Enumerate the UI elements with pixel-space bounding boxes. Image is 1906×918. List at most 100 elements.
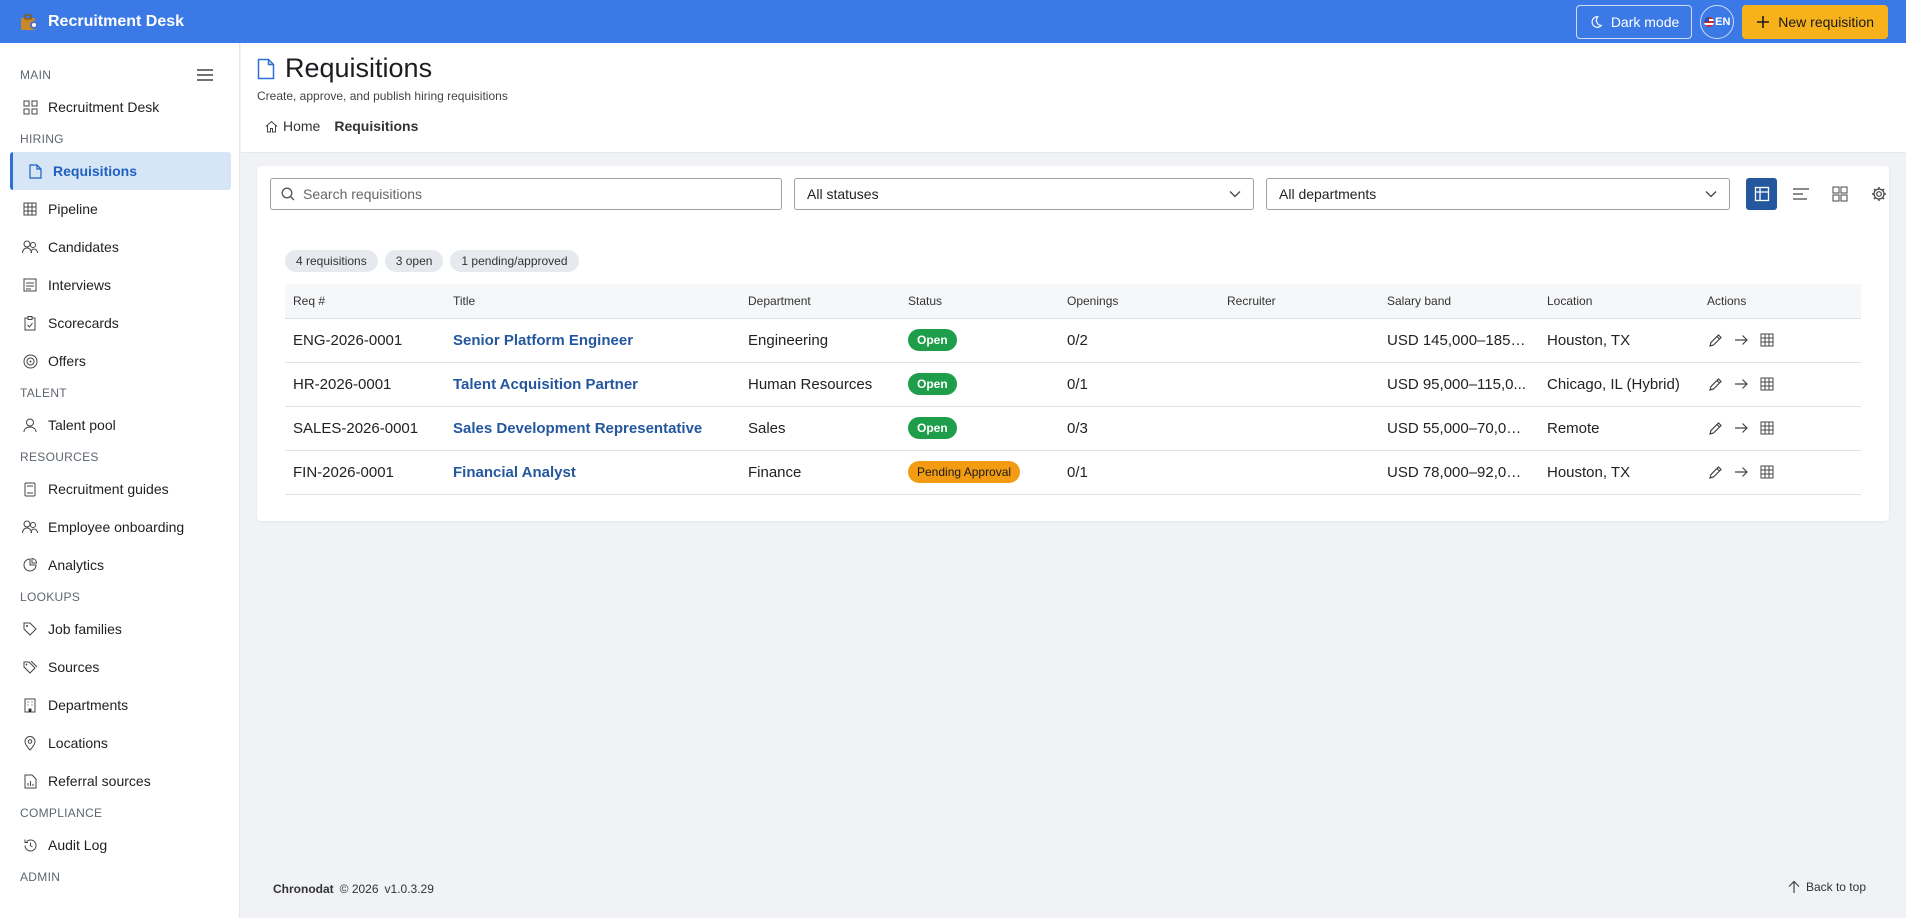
pipeline-table-icon[interactable]	[1759, 464, 1775, 480]
requisition-title-link[interactable]: Sales Development Representative	[453, 420, 702, 437]
column-header[interactable]: Req #	[285, 284, 445, 319]
sidebar-item-talent-pool[interactable]: Talent pool	[0, 406, 239, 444]
department-cell: Finance	[740, 450, 900, 495]
department-select[interactable]: All departments	[1266, 178, 1730, 210]
location-cell: Houston, TX	[1539, 450, 1699, 495]
status-badge: Open	[908, 417, 957, 439]
column-header[interactable]: Department	[740, 284, 900, 319]
status-badge: Open	[908, 373, 957, 395]
sidebar-item-label: Pipeline	[48, 201, 98, 217]
pipeline-table-icon[interactable]	[1759, 420, 1775, 436]
pipeline-table-icon[interactable]	[1759, 376, 1775, 392]
edit-icon[interactable]	[1707, 376, 1723, 392]
edit-icon[interactable]	[1707, 332, 1723, 348]
requisition-title-link[interactable]: Financial Analyst	[453, 464, 576, 481]
dark-mode-label: Dark mode	[1610, 13, 1680, 30]
app-title: Recruitment Desk	[48, 12, 185, 30]
language-button[interactable]: EN	[1700, 4, 1735, 39]
sidebar-item-label: Audit Log	[48, 837, 108, 853]
sidebar-item-label: Sources	[48, 659, 100, 675]
sidebar-item-audit-log[interactable]: Audit Log	[0, 826, 239, 864]
sidebar-item-label: Recruitment guides	[48, 481, 169, 497]
sidebar-item-interviews[interactable]: Interviews	[0, 266, 239, 304]
edit-icon[interactable]	[1707, 464, 1723, 480]
column-header[interactable]: Recruiter	[1219, 284, 1379, 319]
status-select-value: All statuses	[807, 186, 879, 202]
sidebar-section-title: MAIN	[20, 68, 52, 82]
sidebar-item-analytics[interactable]: Analytics	[0, 546, 239, 584]
page-header: Requisitions Create, approve, and publis…	[241, 43, 1906, 153]
sidebar-item-scorecards[interactable]: Scorecards	[0, 304, 239, 342]
hamburger-menu-icon[interactable]	[197, 69, 213, 81]
requisition-title-link[interactable]: Senior Platform Engineer	[453, 332, 633, 349]
status-badge: Pending Approval	[908, 461, 1021, 483]
requisitions-table: Req # Title Department Status Openings R…	[285, 284, 1861, 495]
sidebar-item-job-families[interactable]: Job families	[0, 610, 239, 648]
back-to-top-button[interactable]: Back to top	[1788, 880, 1866, 894]
arrow-right-icon[interactable]	[1733, 464, 1749, 480]
sidebar-section-resources: RESOURCES	[20, 450, 99, 464]
list-view-button[interactable]	[1785, 178, 1816, 210]
search-box[interactable]	[270, 178, 782, 210]
chip-total: 4 requisitions	[285, 250, 378, 272]
salary-band-cell: USD 78,000–92,00...	[1387, 463, 1527, 481]
openings-cell: 0/3	[1059, 406, 1219, 451]
column-header[interactable]: Salary band	[1379, 284, 1539, 319]
column-header[interactable]: Status	[900, 284, 1059, 319]
grid-view-button[interactable]	[1824, 178, 1855, 210]
salary-band-cell: USD 95,000–115,0...	[1387, 375, 1526, 393]
people-icon	[22, 519, 38, 535]
req-number: HR-2026-0001	[285, 362, 445, 407]
status-select[interactable]: All statuses	[794, 178, 1254, 210]
table-row[interactable]: ENG-2026-0001 Senior Platform Engineer Eng…	[285, 318, 1861, 363]
edit-icon[interactable]	[1707, 420, 1723, 436]
target-icon	[22, 353, 38, 369]
sidebar-item-candidates[interactable]: Candidates	[0, 228, 239, 266]
sidebar-item-requisitions[interactable]: Requisitions	[10, 152, 231, 190]
sidebar-section-hiring: HIRING	[20, 132, 64, 146]
sidebar-item-recruitment-desk[interactable]: Recruitment Desk	[0, 88, 239, 126]
sidebar-section-admin: ADMIN	[20, 870, 61, 884]
sidebar-item-offers[interactable]: Offers	[0, 342, 239, 380]
sidebar-item-sources[interactable]: Sources	[0, 648, 239, 686]
sidebar-item-label: Requisitions	[53, 163, 138, 179]
document-icon	[27, 163, 43, 179]
breadcrumb-home[interactable]: Home	[265, 118, 320, 134]
location-cell: Remote	[1539, 406, 1699, 451]
sidebar-item-departments[interactable]: Departments	[0, 686, 239, 724]
sidebar-item-employee-onboarding[interactable]: Employee onboarding	[0, 508, 239, 546]
sidebar-item-label: Interviews	[48, 277, 112, 293]
column-header[interactable]: Title	[445, 284, 740, 319]
table-header-row: Req # Title Department Status Openings R…	[285, 284, 1861, 319]
arrow-right-icon[interactable]	[1733, 376, 1749, 392]
openings-cell: 0/1	[1059, 362, 1219, 407]
requisition-title-link[interactable]: Talent Acquisition Partner	[453, 376, 638, 393]
department-cell: Engineering	[740, 318, 900, 363]
column-header[interactable]: Location	[1539, 284, 1699, 319]
brand[interactable]: Recruitment Desk	[18, 11, 184, 33]
sidebar-item-referral-sources[interactable]: Referral sources	[0, 762, 239, 800]
pipeline-table-icon[interactable]	[1759, 332, 1775, 348]
history-icon	[22, 837, 38, 853]
table-row[interactable]: HR-2026-0001 Talent Acquisition Partner Hu…	[285, 362, 1861, 407]
breadcrumb-home-label: Home	[283, 118, 321, 134]
search-input[interactable]	[303, 186, 763, 202]
status-badge: Open	[908, 329, 957, 351]
dark-mode-button[interactable]: Dark mode	[1575, 4, 1693, 39]
table-row[interactable]: FIN-2026-0001 Financial Analyst Finance Pen…	[285, 450, 1861, 495]
table-row[interactable]: SALES-2026-0001 Sales Development Represe…	[285, 406, 1861, 451]
settings-button[interactable]	[1863, 178, 1894, 210]
arrow-right-icon[interactable]	[1733, 332, 1749, 348]
department-cell: Human Resources	[740, 362, 900, 407]
page-subtitle: Create, approve, and publish hiring requ…	[257, 89, 508, 103]
new-requisition-button[interactable]: New requisition	[1742, 4, 1888, 39]
dashboard-icon	[22, 99, 38, 115]
sidebar-item-locations[interactable]: Locations	[0, 724, 239, 762]
arrow-right-icon[interactable]	[1733, 420, 1749, 436]
column-header: Actions	[1699, 284, 1861, 319]
sidebar-item-recruitment-guides[interactable]: Recruitment guides	[0, 470, 239, 508]
table-view-button[interactable]	[1746, 178, 1777, 210]
sidebar-section-compliance: COMPLIANCE	[20, 806, 103, 820]
column-header[interactable]: Openings	[1059, 284, 1219, 319]
sidebar-item-pipeline[interactable]: Pipeline	[0, 190, 239, 228]
